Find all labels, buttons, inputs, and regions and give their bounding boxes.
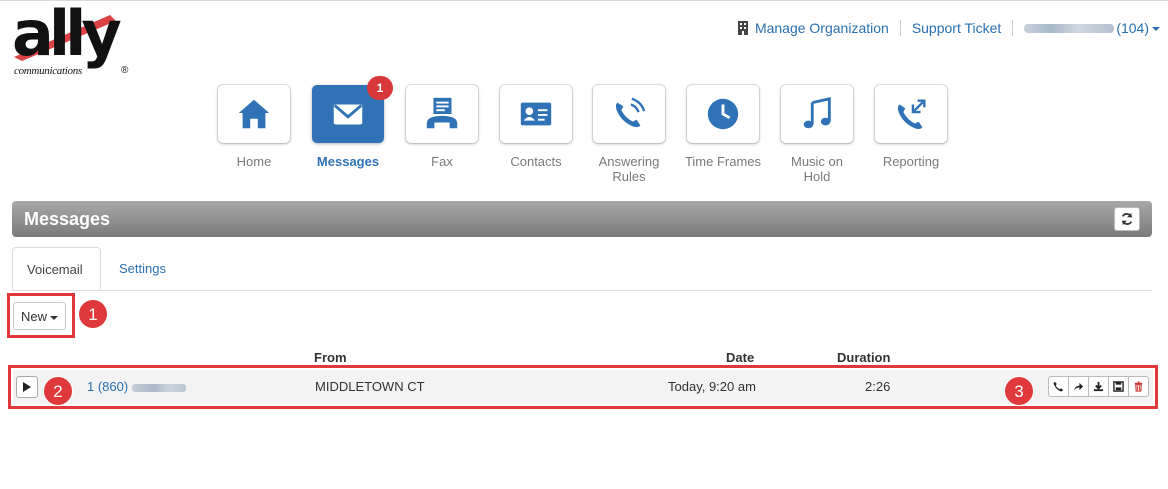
nav-divider [1012, 20, 1014, 36]
app-label-music-on-hold: Music on Hold [790, 154, 844, 184]
tab-bar: Voicemail Settings [12, 247, 1152, 291]
contact-card-icon [520, 102, 552, 126]
logo-registered: ® [121, 65, 129, 76]
column-header-duration: Duration [837, 350, 891, 365]
ally-logo[interactable]: ally communications ® [12, 3, 142, 79]
app-label-messages: Messages [316, 154, 380, 169]
app-label-fax: Fax [431, 154, 453, 169]
phone-icon [1053, 381, 1064, 392]
play-icon [23, 382, 31, 392]
forward-arrow-icon [1073, 382, 1084, 392]
callout-2: 2 [43, 376, 73, 406]
caret-down-icon [1152, 27, 1160, 32]
app-tile-time-frames[interactable]: Time Frames [684, 85, 762, 169]
phone-waves-icon [615, 97, 646, 128]
column-header-date: Date [726, 350, 755, 365]
nav-divider [899, 20, 901, 36]
app-tile-answering-rules[interactable]: Answering Rules [590, 85, 668, 184]
support-ticket-link[interactable]: Support Ticket [912, 20, 1002, 36]
caller-number-link[interactable]: 1 (860) [87, 379, 128, 394]
app-tile-home[interactable]: Home [215, 85, 293, 169]
download-icon [1093, 381, 1104, 392]
app-label-contacts: Contacts [510, 154, 562, 169]
app-tile-music-on-hold[interactable]: Music on Hold [778, 85, 856, 184]
envelope-icon [333, 104, 363, 125]
messages-count-badge: 1 [367, 76, 393, 100]
delete-button[interactable] [1128, 376, 1149, 397]
music-note-icon [803, 97, 831, 129]
logo-word: ally [12, 0, 122, 70]
clock-icon [707, 98, 739, 130]
app-tile-reporting[interactable]: Reporting [872, 85, 950, 169]
new-filter-dropdown[interactable]: New [13, 302, 66, 330]
forward-button[interactable] [1068, 376, 1089, 397]
home-icon [238, 99, 270, 129]
app-label-answering-rules: Answering Rules [598, 154, 660, 184]
logo-subtitle: communications [14, 65, 82, 77]
refresh-icon [1121, 212, 1133, 226]
app-tile-contacts[interactable]: Contacts [497, 85, 575, 169]
fax-icon [426, 97, 458, 129]
caller-number-cell[interactable]: 1 (860) [87, 370, 187, 404]
user-menu[interactable]: (104) [1024, 20, 1160, 36]
download-button[interactable] [1088, 376, 1109, 397]
call-back-button[interactable] [1048, 376, 1069, 397]
app-label-reporting: Reporting [882, 154, 940, 169]
duration-cell: 2:26 [865, 379, 891, 394]
refresh-button[interactable] [1114, 207, 1140, 231]
callout-1: 1 [78, 299, 108, 329]
row-actions [1048, 376, 1149, 397]
from-cell: MIDDLETOWN CT [315, 379, 425, 394]
redacted-username [1024, 24, 1115, 33]
section-title: Messages [24, 209, 111, 229]
play-button[interactable] [16, 376, 38, 398]
tab-settings[interactable]: Settings [105, 247, 180, 290]
tab-voicemail[interactable]: Voicemail [12, 247, 101, 290]
date-cell: Today, 9:20 am [668, 379, 756, 394]
floppy-disk-icon [1113, 381, 1124, 392]
phone-arrows-icon [897, 99, 926, 130]
section-header: Messages [12, 201, 1152, 237]
redacted-number [132, 383, 187, 392]
manage-organization-link[interactable]: Manage Organization [755, 20, 889, 36]
new-filter-label: New [20, 309, 47, 324]
column-header-from: From [314, 350, 347, 365]
callout-3: 3 [1004, 376, 1034, 406]
table-row[interactable]: 1 (860) MIDDLETOWN CT Today, 9:20 am 2:2… [13, 370, 1153, 404]
user-extension: (104) [1116, 20, 1149, 36]
app-label-home: Home [236, 154, 272, 169]
highlight-box-row: 1 (860) MIDDLETOWN CT Today, 9:20 am 2:2… [8, 365, 1158, 409]
app-label-time-frames: Time Frames [684, 154, 762, 169]
app-tile-fax[interactable]: Fax [403, 85, 481, 169]
save-button[interactable] [1108, 376, 1129, 397]
caret-down-icon [50, 315, 58, 320]
trash-icon [1134, 381, 1143, 392]
building-icon [737, 21, 748, 35]
top-nav: Manage Organization Support Ticket (104) [737, 19, 1160, 37]
highlight-box-new: New [7, 293, 75, 338]
